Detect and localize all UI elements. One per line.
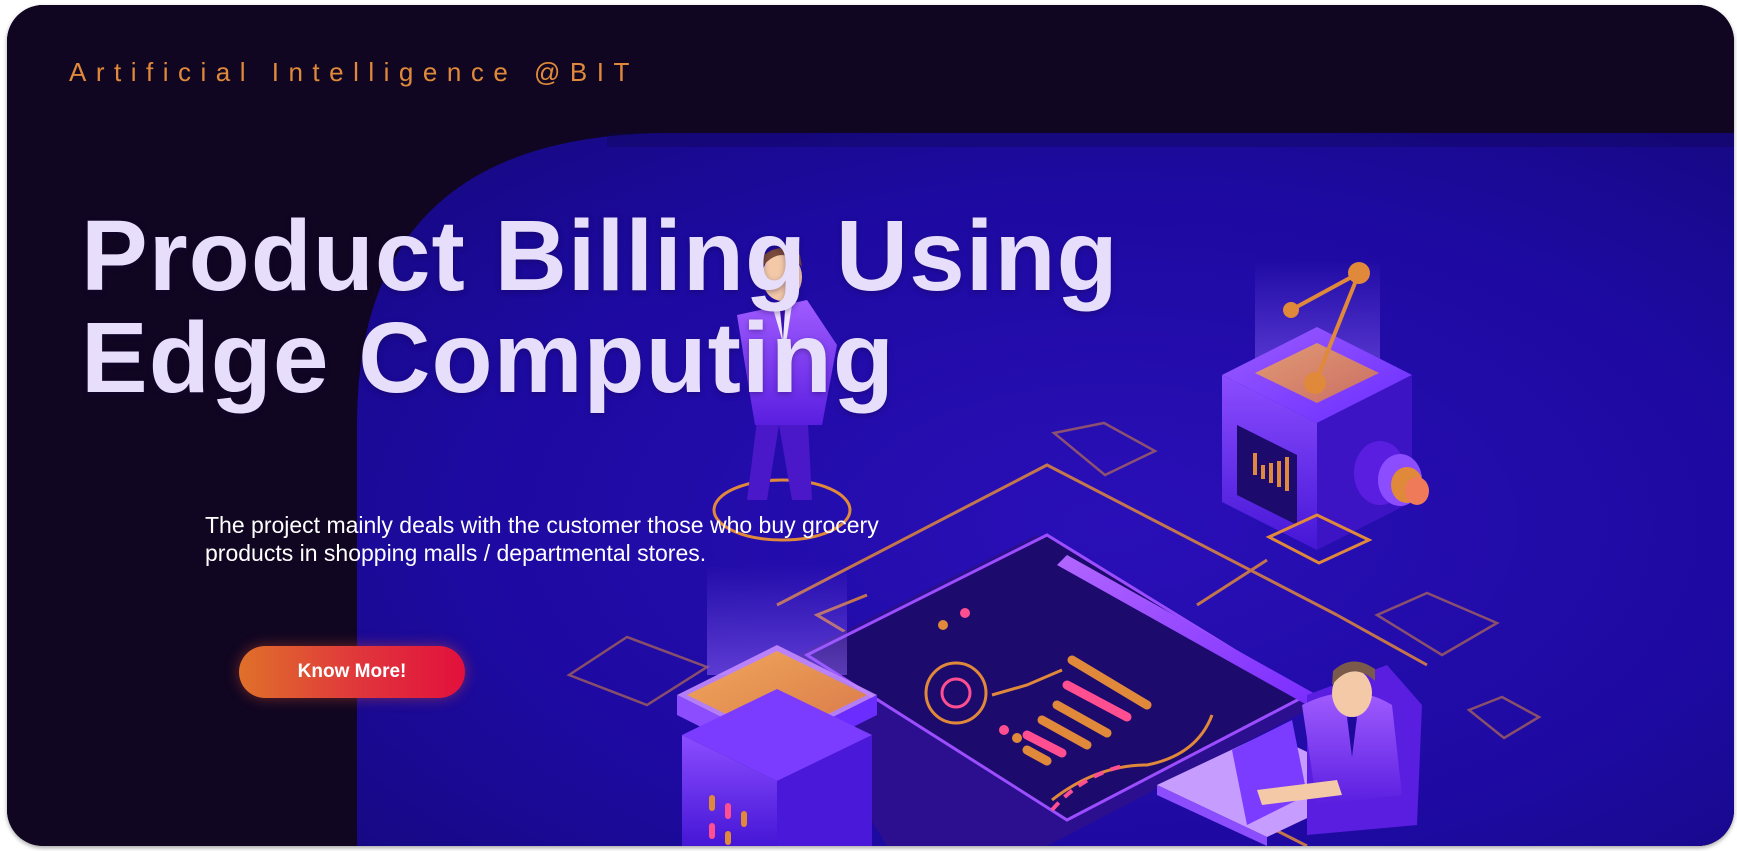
know-more-button[interactable]: Know More! (239, 646, 465, 698)
hero-title-line-2: Edge Computing (81, 302, 895, 414)
isometric-edge-computing-illustration (7, 5, 1734, 846)
hero-title-line-1: Product Billing Using (81, 200, 1119, 312)
hero-description: The project mainly deals with the custom… (205, 512, 879, 566)
hero-title: Product Billing Using Edge Computing (81, 205, 1119, 409)
hero-card: Artificial Intelligence @BIT Product Bil… (7, 5, 1734, 846)
brand-label: Artificial Intelligence @BIT (69, 57, 639, 87)
